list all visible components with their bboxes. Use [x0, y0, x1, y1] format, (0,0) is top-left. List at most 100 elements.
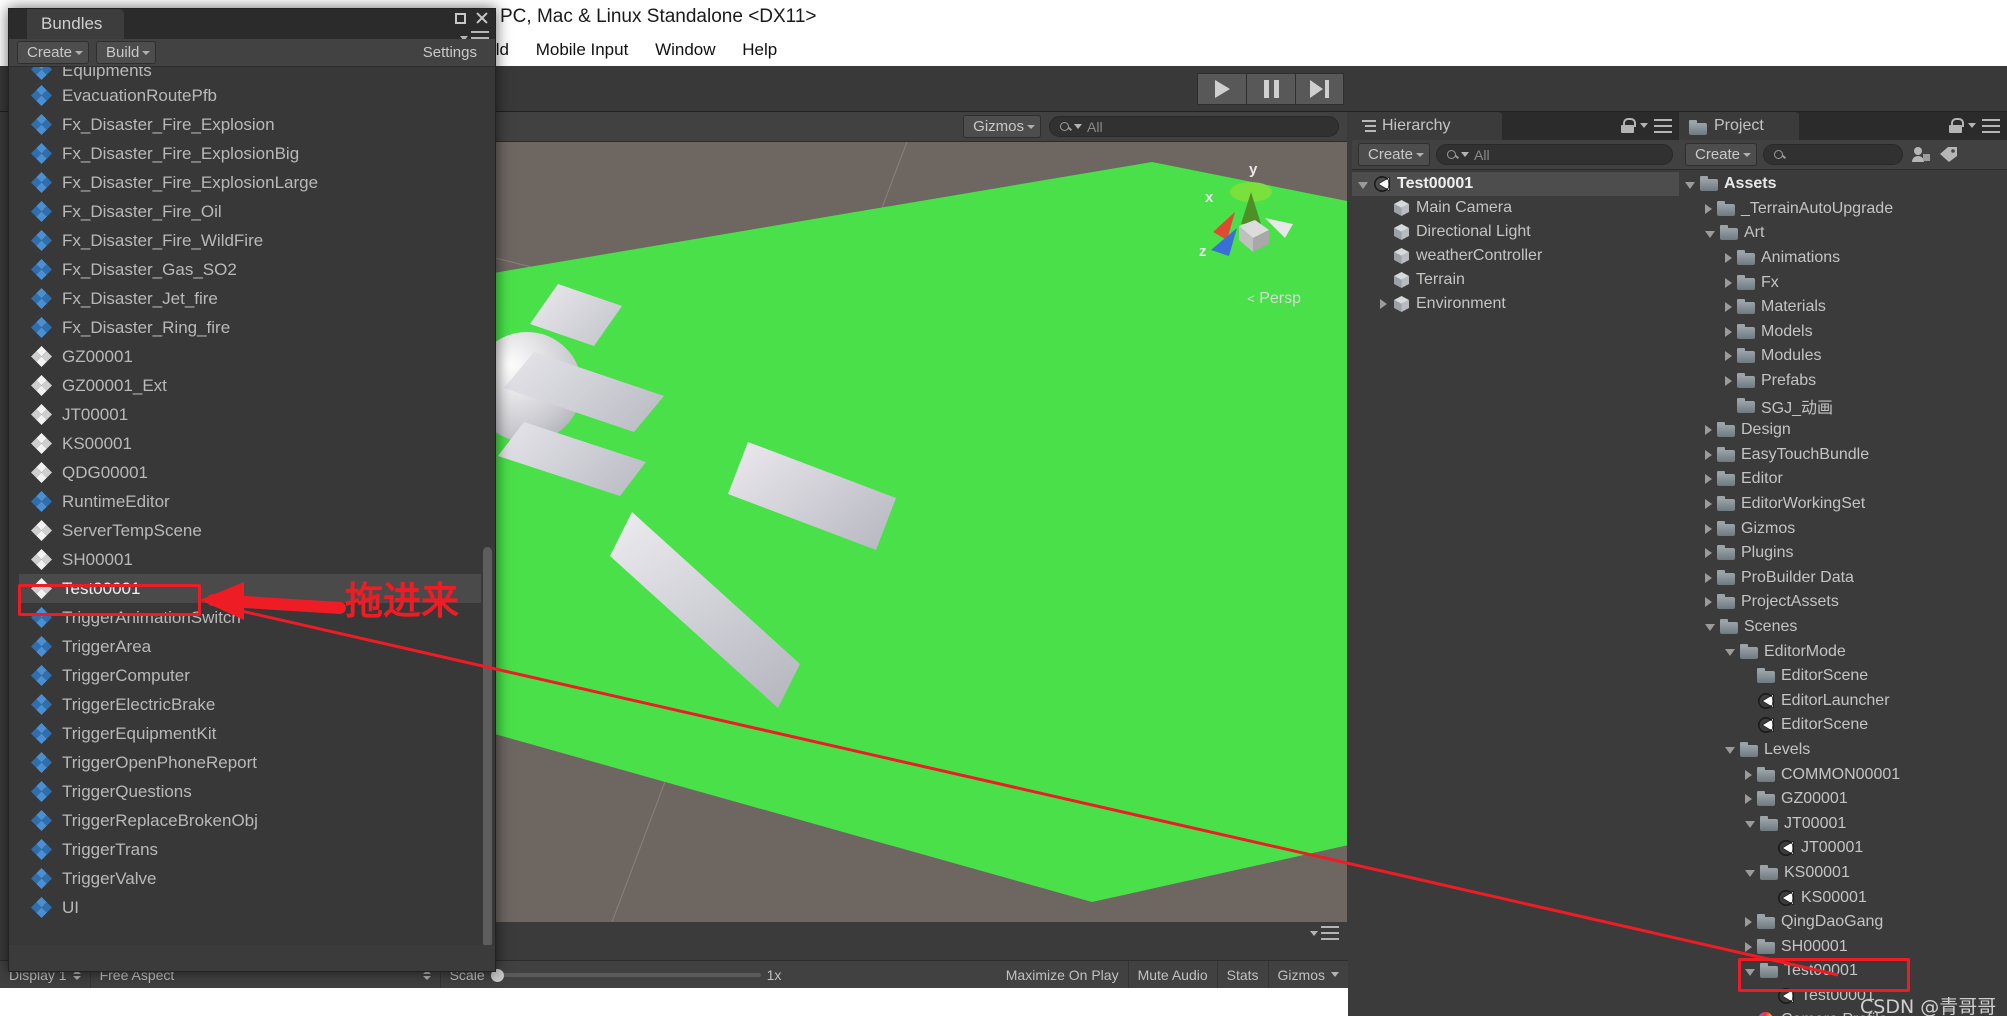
- chevron-down-icon[interactable]: [1725, 649, 1735, 657]
- project-tree-row[interactable]: Materials: [1679, 295, 2007, 320]
- bundles-create-button[interactable]: Create: [17, 41, 90, 64]
- tab-project[interactable]: Project: [1679, 112, 1799, 140]
- project-tree-row[interactable]: _TerrainAutoUpgrade: [1679, 197, 2007, 222]
- chevron-right-icon[interactable]: [1705, 523, 1712, 534]
- bundles-list-item[interactable]: Fx_Disaster_Fire_Explosion: [19, 110, 481, 139]
- project-tree-row[interactable]: Prefabs: [1679, 369, 2007, 394]
- mute-audio-toggle[interactable]: Mute Audio: [1129, 961, 1218, 988]
- bundles-list-item[interactable]: GZ00001_Ext: [19, 371, 481, 400]
- bundles-list-item[interactable]: Equipments: [19, 67, 481, 81]
- chevron-right-icon[interactable]: [1745, 917, 1752, 928]
- bundles-list-item[interactable]: ServerTempScene: [19, 516, 481, 545]
- filter-by-label-icon[interactable]: [1937, 145, 1959, 165]
- chevron-down-icon[interactable]: [1725, 747, 1735, 755]
- project-tree-row[interactable]: Art: [1679, 221, 2007, 246]
- project-tree-row[interactable]: JT00001: [1679, 836, 2007, 861]
- project-tree-row[interactable]: QingDaoGang: [1679, 910, 2007, 935]
- project-tree-row[interactable]: Animations: [1679, 246, 2007, 271]
- project-tree-row[interactable]: JT00001: [1679, 811, 2007, 836]
- project-search-input[interactable]: [1763, 144, 1904, 165]
- project-options-menu-icon[interactable]: [1982, 118, 2000, 133]
- hierarchy-options-menu-icon[interactable]: [1654, 118, 1672, 133]
- project-tree-row[interactable]: EasyTouchBundle: [1679, 443, 2007, 468]
- bundles-list-item[interactable]: TriggerEquipmentKit: [19, 719, 481, 748]
- bundles-list-item[interactable]: Fx_Disaster_Fire_Oil: [19, 197, 481, 226]
- hierarchy-tree[interactable]: Test00001 Main Camera Directional Light wea…: [1352, 172, 1679, 1016]
- scene-viewport[interactable]: y x z < Persp: [492, 142, 1347, 944]
- hierarchy-search-input[interactable]: All: [1436, 144, 1673, 165]
- chevron-down-icon[interactable]: [1685, 181, 1695, 189]
- chevron-right-icon[interactable]: [1705, 203, 1712, 214]
- project-tree-row[interactable]: Plugins: [1679, 541, 2007, 566]
- filter-by-type-icon[interactable]: [1909, 145, 1931, 165]
- chevron-right-icon[interactable]: [1725, 253, 1732, 264]
- project-tree-row[interactable]: Fx: [1679, 270, 2007, 295]
- project-tree-row[interactable]: EditorWorkingSet: [1679, 492, 2007, 517]
- play-button[interactable]: [1197, 73, 1246, 105]
- menu-item-mobile-input[interactable]: Mobile Input: [525, 34, 640, 66]
- bundles-list-item[interactable]: TriggerElectricBrake: [19, 690, 481, 719]
- bundles-asset-list[interactable]: Equipments EvacuationRoutePfb Fx_Disaster_…: [19, 67, 481, 929]
- maximize-on-play-toggle[interactable]: Maximize On Play: [997, 961, 1129, 988]
- bundles-list-item[interactable]: Fx_Disaster_Fire_WildFire: [19, 226, 481, 255]
- gizmos-dropdown[interactable]: Gizmos: [963, 115, 1041, 138]
- bundles-list-item[interactable]: Fx_Disaster_Ring_fire: [19, 313, 481, 342]
- chevron-right-icon[interactable]: [1705, 449, 1712, 460]
- chevron-right-icon[interactable]: [1725, 376, 1732, 387]
- chevron-down-icon[interactable]: [1705, 230, 1715, 238]
- tab-bundles[interactable]: Bundles: [27, 9, 125, 39]
- pause-button[interactable]: [1246, 73, 1295, 105]
- hierarchy-tree-row[interactable]: Terrain: [1352, 268, 1679, 292]
- project-tree-row[interactable]: EditorLauncher: [1679, 688, 2007, 713]
- game-gizmos-dropdown[interactable]: Gizmos: [1269, 961, 1348, 988]
- bundles-scrollbar-thumb[interactable]: [483, 547, 492, 947]
- chevron-right-icon[interactable]: [1725, 351, 1732, 362]
- hierarchy-tree-row[interactable]: Test00001: [1352, 172, 1679, 196]
- chevron-right-icon[interactable]: [1705, 572, 1712, 583]
- hierarchy-create-button[interactable]: Create: [1358, 143, 1431, 166]
- bundles-list-item[interactable]: UI: [19, 893, 481, 922]
- project-tree-row[interactable]: Assets: [1679, 172, 2007, 197]
- project-tree-row[interactable]: Levels: [1679, 738, 2007, 763]
- project-tree-row[interactable]: EditorScene: [1679, 664, 2007, 689]
- bundles-list-item[interactable]: GZ00001: [19, 342, 481, 371]
- bundles-list-item[interactable]: Fx_Disaster_Fire_ExplosionBig: [19, 139, 481, 168]
- tab-hierarchy[interactable]: Hierarchy: [1352, 112, 1502, 140]
- project-tree-row[interactable]: SH00001: [1679, 934, 2007, 959]
- stats-toggle[interactable]: Stats: [1218, 961, 1269, 988]
- chevron-down-icon[interactable]: [1358, 181, 1368, 189]
- chevron-right-icon[interactable]: [1380, 299, 1387, 309]
- project-tree-row[interactable]: KS00001: [1679, 861, 2007, 886]
- project-tree-row[interactable]: COMMON00001: [1679, 762, 2007, 787]
- chevron-right-icon[interactable]: [1745, 794, 1752, 805]
- chevron-right-icon[interactable]: [1705, 499, 1712, 510]
- chevron-right-icon[interactable]: [1705, 548, 1712, 559]
- bundles-list-item[interactable]: EvacuationRoutePfb: [19, 81, 481, 110]
- bundles-list-item[interactable]: RuntimeEditor: [19, 487, 481, 516]
- bundles-settings-button[interactable]: Settings: [413, 42, 487, 63]
- scale-slider[interactable]: [490, 968, 761, 982]
- maximize-icon[interactable]: [455, 12, 466, 24]
- chevron-right-icon[interactable]: [1705, 474, 1712, 485]
- bundles-list-item[interactable]: Fx_Disaster_Jet_fire: [19, 284, 481, 313]
- chevron-down-icon[interactable]: [1745, 821, 1755, 829]
- chevron-right-icon[interactable]: [1725, 326, 1732, 337]
- project-tree-row[interactable]: SGJ_动画: [1679, 393, 2007, 418]
- hierarchy-tree-row[interactable]: Environment: [1352, 292, 1679, 316]
- bundles-scrollbar[interactable]: [483, 77, 492, 947]
- scene-options-menu-icon[interactable]: [1321, 926, 1339, 940]
- lock-icon[interactable]: [1621, 118, 1636, 133]
- hierarchy-tree-row[interactable]: Directional Light: [1352, 220, 1679, 244]
- close-icon[interactable]: [475, 11, 489, 25]
- project-tree-row[interactable]: Models: [1679, 320, 2007, 345]
- step-button[interactable]: [1295, 73, 1344, 105]
- project-tree-row[interactable]: GZ00001: [1679, 787, 2007, 812]
- perspective-label[interactable]: < Persp: [1247, 290, 1301, 308]
- bundles-list-item[interactable]: TriggerArea: [19, 632, 481, 661]
- project-tree[interactable]: Assets _TerrainAutoUpgrade Art Animations Fx…: [1679, 172, 2007, 1016]
- chevron-right-icon[interactable]: [1705, 597, 1712, 608]
- chevron-right-icon[interactable]: [1725, 277, 1732, 288]
- project-tree-row[interactable]: Scenes: [1679, 615, 2007, 640]
- project-tree-row[interactable]: Gizmos: [1679, 516, 2007, 541]
- chevron-right-icon[interactable]: [1745, 769, 1752, 780]
